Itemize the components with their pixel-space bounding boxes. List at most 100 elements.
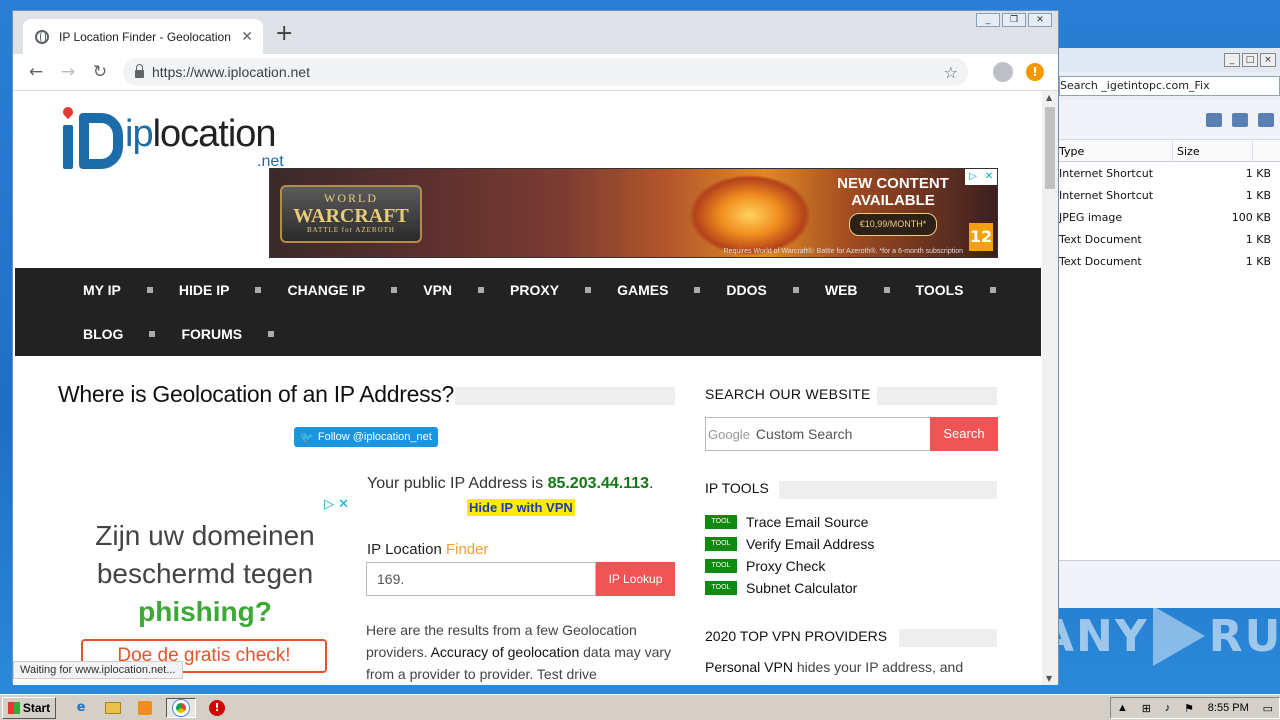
file-row[interactable]: Internet Shortcut 1 KB: [1059, 162, 1280, 184]
tool-link[interactable]: Verify Email Address: [746, 536, 874, 552]
tool-item[interactable]: TOOL Subnet Calculator: [705, 577, 874, 599]
update-alert-icon[interactable]: !: [1026, 63, 1044, 81]
maximize-button[interactable]: □: [1242, 53, 1258, 67]
file-row[interactable]: Text Document 1 KB: [1059, 228, 1280, 250]
chrome-taskbar-icon[interactable]: [166, 697, 196, 718]
file-row[interactable]: Internet Shortcut 1 KB: [1059, 184, 1280, 206]
heading-divider: [455, 387, 675, 405]
explorer-search-input[interactable]: Search _igetintopc.com_Fix: [1059, 76, 1280, 96]
public-ip-suffix: .: [649, 475, 654, 492]
vpn-heading-divider: [899, 629, 997, 647]
volume-icon[interactable]: ♪: [1165, 702, 1171, 714]
help-icon[interactable]: [1258, 112, 1274, 127]
browser-toolbar: ← → ↻ https://www.iplocation.net ☆ !: [13, 54, 1058, 91]
tool-item[interactable]: TOOL Verify Email Address: [705, 533, 874, 555]
explorer-toolbar: [1059, 100, 1280, 140]
nav-item-change-ip[interactable]: CHANGE IP: [287, 282, 423, 298]
nav-separator: [149, 331, 156, 337]
ad-choices[interactable]: ▷ ✕: [965, 169, 997, 185]
explorer-search-area: Search _igetintopc.com_Fix: [1059, 72, 1280, 100]
nav-item-label: DDOS: [726, 282, 767, 298]
show-hidden-icons-icon[interactable]: ▲: [1117, 702, 1128, 714]
nav-separator: [255, 287, 262, 293]
game-logo: WORLD WARCRAFT BATTLE for AZEROTH: [280, 185, 422, 243]
nav-item-ddos[interactable]: DDOS: [726, 282, 824, 298]
nav-item-label: BLOG: [83, 326, 124, 342]
tool-link[interactable]: Trace Email Source: [746, 514, 868, 530]
side-ad[interactable]: ▷✕ Zijn uw domeinen beschermd tegen phis…: [57, 493, 353, 685]
adchoices-icon[interactable]: ▷: [965, 169, 981, 185]
site-logo[interactable]: iplocation .net: [60, 97, 301, 170]
tool-item[interactable]: TOOL Trace Email Source: [705, 511, 874, 533]
minimize-button[interactable]: _: [976, 13, 1000, 27]
scroll-down-icon[interactable]: ▼: [1046, 674, 1052, 683]
stop-icon[interactable]: !: [206, 698, 228, 718]
ip-lookup-input[interactable]: 169.: [366, 562, 596, 596]
column-size[interactable]: Size: [1173, 140, 1253, 161]
banner-ad[interactable]: WORLD WARCRAFT BATTLE for AZEROTH NEW CO…: [269, 168, 998, 258]
tool-link[interactable]: Subnet Calculator: [746, 580, 857, 596]
close-ad-icon[interactable]: ✕: [981, 169, 997, 185]
nav-item-vpn[interactable]: VPN: [423, 282, 510, 298]
watermark-text: RUN: [1208, 610, 1280, 662]
profile-avatar[interactable]: [993, 62, 1013, 82]
nav-item-my-ip[interactable]: MY IP: [83, 282, 179, 298]
bookmark-star-icon[interactable]: ☆: [944, 63, 968, 82]
column-type[interactable]: Type: [1059, 140, 1173, 161]
scroll-thumb[interactable]: [1045, 107, 1055, 189]
preview-pane-icon[interactable]: [1232, 112, 1248, 127]
logo-mark: [60, 104, 123, 169]
nav-item-hide-ip[interactable]: HIDE IP: [179, 282, 288, 298]
accuracy-link[interactable]: Accuracy of geolocation: [431, 644, 580, 660]
nav-item-proxy[interactable]: PROXY: [510, 282, 617, 298]
url-text[interactable]: https://www.iplocation.net: [152, 64, 936, 80]
file-row[interactable]: JPEG image 100 KB: [1059, 206, 1280, 228]
internet-explorer-icon[interactable]: e: [70, 698, 92, 718]
page-scrollbar[interactable]: ▲ ▼: [1042, 91, 1058, 685]
nav-item-games[interactable]: GAMES: [617, 282, 726, 298]
file-explorer-icon[interactable]: [102, 698, 124, 718]
network-icon[interactable]: ⊞: [1142, 702, 1151, 715]
nav-item-forums[interactable]: FORUMS: [181, 326, 300, 342]
explorer-column-headers: Type Size: [1059, 140, 1280, 162]
file-row[interactable]: Text Document 1 KB: [1059, 250, 1280, 272]
minimize-button[interactable]: _: [1224, 53, 1240, 67]
start-button[interactable]: Start: [2, 696, 56, 719]
reload-button[interactable]: ↻: [91, 62, 109, 82]
flag-icon[interactable]: ⚑: [1184, 702, 1194, 715]
hide-ip-link[interactable]: Hide IP with VPN: [467, 499, 575, 516]
ip-tools-heading: IP TOOLS: [705, 480, 769, 496]
view-icon[interactable]: [1206, 112, 1222, 127]
new-tab-button[interactable]: +: [275, 23, 293, 45]
media-player-icon[interactable]: [134, 698, 156, 718]
close-button[interactable]: ×: [1260, 53, 1276, 67]
twitter-follow-button[interactable]: 🐦 Follow @iplocation_net: [294, 427, 438, 447]
ip-lookup-button[interactable]: IP Lookup: [596, 562, 675, 596]
active-tab[interactable]: IP Location Finder - Geolocation ✕: [23, 19, 263, 54]
nav-item-web[interactable]: WEB: [825, 282, 916, 298]
nav-separator: [585, 287, 592, 293]
close-tab-icon[interactable]: ✕: [241, 29, 253, 45]
explorer-window: _ □ × Search _igetintopc.com_Fix Type Si…: [1058, 48, 1280, 608]
search-button[interactable]: Search: [930, 417, 998, 451]
scroll-up-icon[interactable]: ▲: [1046, 93, 1052, 102]
restore-button[interactable]: ❐: [1002, 13, 1026, 27]
ad-headline-2: AVAILABLE: [851, 192, 935, 209]
personal-vpn-link[interactable]: Personal VPN: [705, 659, 793, 675]
show-desktop-icon[interactable]: ▭: [1263, 702, 1273, 715]
forward-button[interactable]: →: [59, 62, 77, 82]
close-window-button[interactable]: ✕: [1028, 13, 1052, 27]
back-button[interactable]: ←: [27, 62, 45, 82]
address-bar[interactable]: https://www.iplocation.net ☆: [123, 58, 968, 86]
nav-item-label: HIDE IP: [178, 282, 230, 298]
site-search-input[interactable]: Google Custom Search: [705, 417, 931, 451]
twitter-bird-icon: 🐦: [300, 431, 314, 444]
tool-item[interactable]: TOOL Proxy Check: [705, 555, 874, 577]
ad-price: €10,99/MONTH*: [848, 213, 938, 236]
clock[interactable]: 8:55 PM: [1208, 702, 1249, 714]
nav-item-blog[interactable]: BLOG: [83, 326, 181, 342]
tool-link[interactable]: Proxy Check: [746, 558, 825, 574]
lock-icon[interactable]: [135, 64, 144, 78]
adchoices-icon[interactable]: ▷✕: [324, 497, 353, 512]
nav-item-tools[interactable]: TOOLS: [916, 282, 1022, 298]
